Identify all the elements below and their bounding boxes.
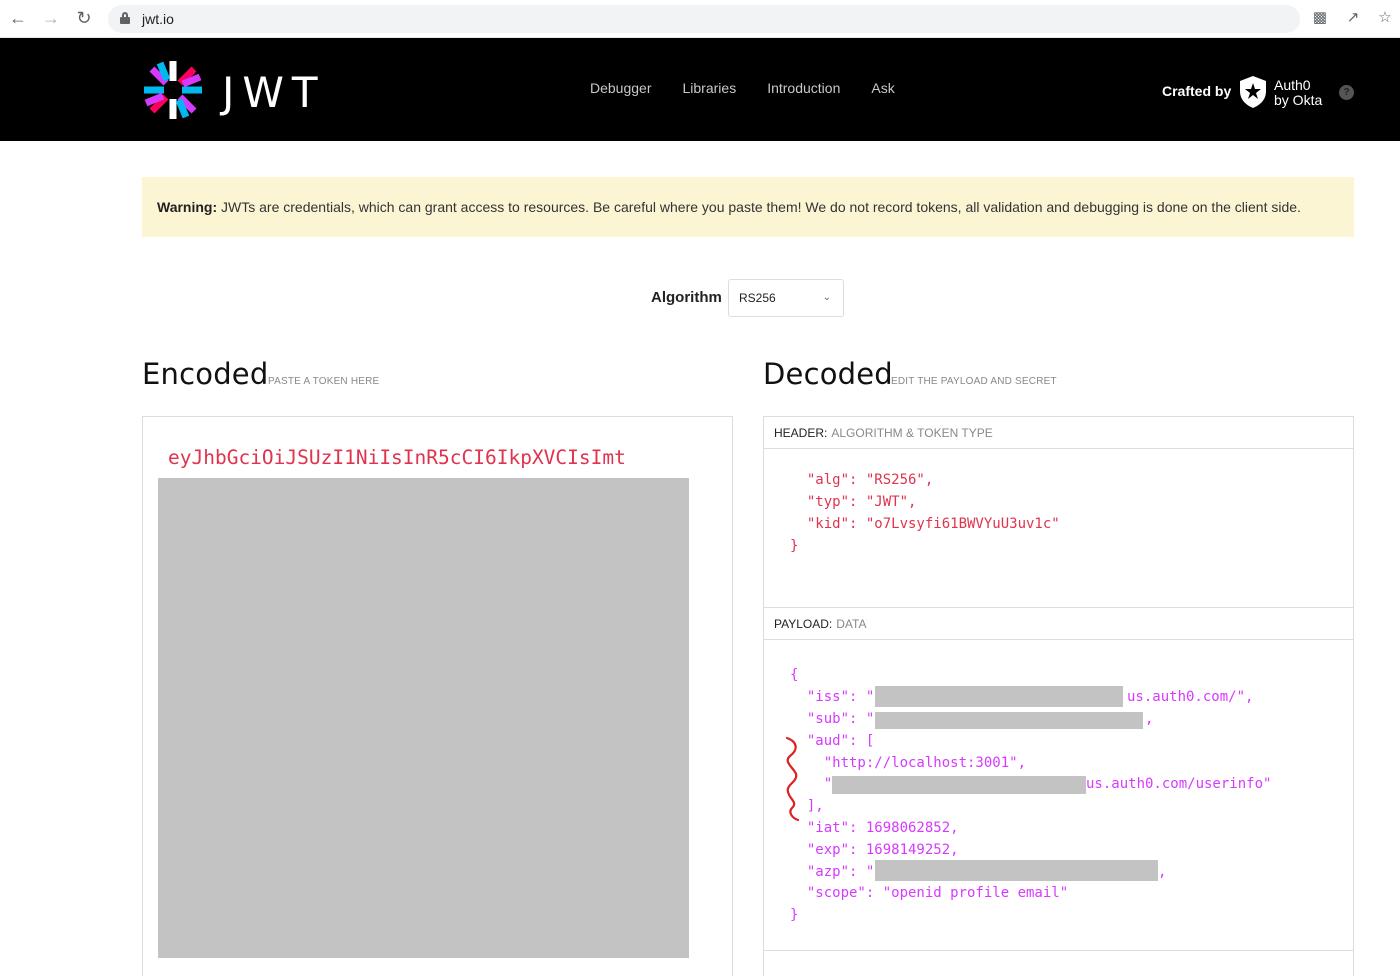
nav-debugger[interactable]: Debugger [590,80,652,96]
header-alg-line[interactable]: "alg": "RS256", [790,472,933,488]
header-close-brace: } [790,538,799,554]
payload-iss-key[interactable]: "iss": " [790,689,874,705]
jwt-wordmark[interactable]: JWT [222,68,326,117]
payload-aud-item-2-tail[interactable]: us.auth0.com/userinfo" [1086,776,1271,792]
payload-exp-line[interactable]: "exp": 1698149252, [790,842,959,858]
main-nav: Debugger Libraries Introduction Ask [590,80,895,96]
header-kid-line[interactable]: "kid": "o7Lvsyfi61BWVYuU3uv1c" [790,516,1060,532]
nav-ask[interactable]: Ask [871,80,894,96]
nav-libraries[interactable]: Libraries [683,80,737,96]
encoded-token-text[interactable]: eyJhbGciOiJSUzI1NiIsInR5cCI6IkpXVCIsImt [168,446,626,469]
translate-icon[interactable]: ▩ [1311,9,1329,27]
warning-banner: Warning: JWTs are credentials, which can… [142,177,1354,237]
auth0-shield-icon[interactable] [1239,75,1267,109]
auth0-by-okta-link[interactable]: Auth0 by Okta [1274,78,1322,108]
share-icon[interactable]: ↗ [1344,9,1362,27]
help-icon[interactable]: ? [1339,85,1354,100]
browser-toolbar: ← → ↻ jwt.io ▩ ↗ ☆ [0,0,1400,38]
encoded-subtitle: PASTE A TOKEN HERE [268,376,380,387]
payload-close-brace: } [790,907,799,923]
azp-redaction [875,860,1158,881]
crafted-by-label: Crafted by [1162,83,1232,99]
decoded-title: Decoded [763,357,893,391]
scrolled-heading-fragment [756,125,798,145]
payload-iss-tail[interactable]: us.auth0.com/", [1127,689,1253,705]
algorithm-selected-value: RS256 [739,291,776,305]
nav-introduction[interactable]: Introduction [767,80,840,96]
encoded-title: Encoded [142,357,269,391]
bookmark-star-icon[interactable]: ☆ [1376,9,1394,27]
payload-scope-line[interactable]: "scope": "openid profile email" [790,885,1068,901]
url-text[interactable]: jwt.io [142,11,174,27]
jwt-logo-icon[interactable] [142,59,204,121]
reload-icon[interactable]: ↻ [74,8,94,28]
payload-sub-tail: , [1145,711,1154,727]
forward-icon[interactable]: → [41,8,61,28]
back-icon[interactable]: ← [8,8,28,28]
payload-aud-item-1[interactable]: "http://localhost:3001", [790,755,1026,771]
algorithm-select[interactable]: RS256 ⌄ [728,279,844,317]
payload-azp-key[interactable]: "azp": " [790,864,874,880]
iss-redaction [875,686,1123,707]
token-redaction [158,478,689,958]
payload-iat-line[interactable]: "iat": 1698062852, [790,820,959,836]
squiggle-annotation [785,736,800,822]
encoded-token-textarea[interactable]: eyJhbGciOiJSUzI1NiIsInR5cCI6IkpXVCIsImt [142,416,733,976]
payload-azp-tail: , [1158,864,1167,880]
payload-sub-key[interactable]: "sub": " [790,711,874,727]
algorithm-label: Algorithm [651,289,722,306]
payload-open-brace: { [790,667,799,683]
payload-section-label: PAYLOAD: DATA [764,608,1353,640]
lock-icon [120,12,130,24]
site-header: JWT Debugger Libraries Introduction Ask … [0,38,1400,141]
header-section-label: HEADER: ALGORITHM & TOKEN TYPE [764,417,1353,449]
aud-redaction [832,776,1086,794]
chevron-down-icon: ⌄ [822,292,831,303]
sub-redaction [875,712,1143,729]
header-typ-line[interactable]: "typ": "JWT", [790,494,917,510]
decoded-subtitle: EDIT THE PAYLOAD AND SECRET [891,376,1057,387]
section-divider [764,950,1353,951]
address-bar[interactable]: jwt.io [108,5,1300,33]
